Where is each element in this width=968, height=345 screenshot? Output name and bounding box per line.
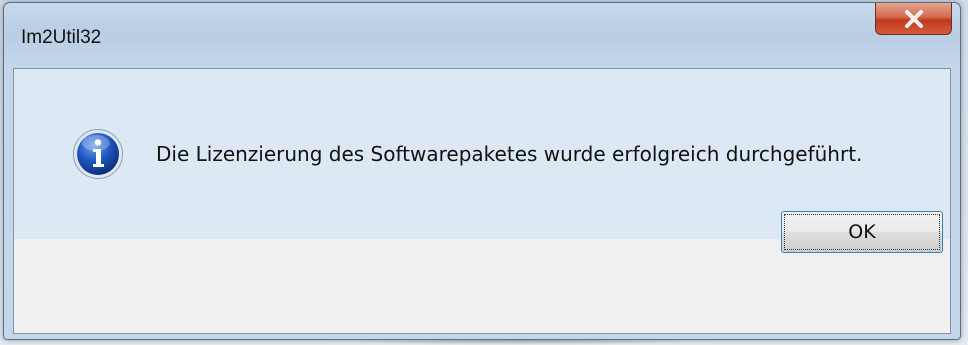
info-icon [73, 129, 123, 179]
ok-button[interactable]: OK [781, 211, 943, 253]
window-title: Im2Util32 [21, 27, 102, 48]
close-button[interactable] [875, 3, 952, 35]
close-icon [904, 9, 923, 28]
message-text: Die Lizenzierung des Softwarepaketes wur… [156, 142, 863, 166]
message-dialog: Im2Util32 Die Lizenzierung des Softwarep… [3, 2, 961, 340]
ok-button-label: OK [784, 214, 940, 250]
dialog-client-area: Die Lizenzierung des Softwarepaketes wur… [13, 68, 951, 334]
button-bar [14, 239, 950, 333]
